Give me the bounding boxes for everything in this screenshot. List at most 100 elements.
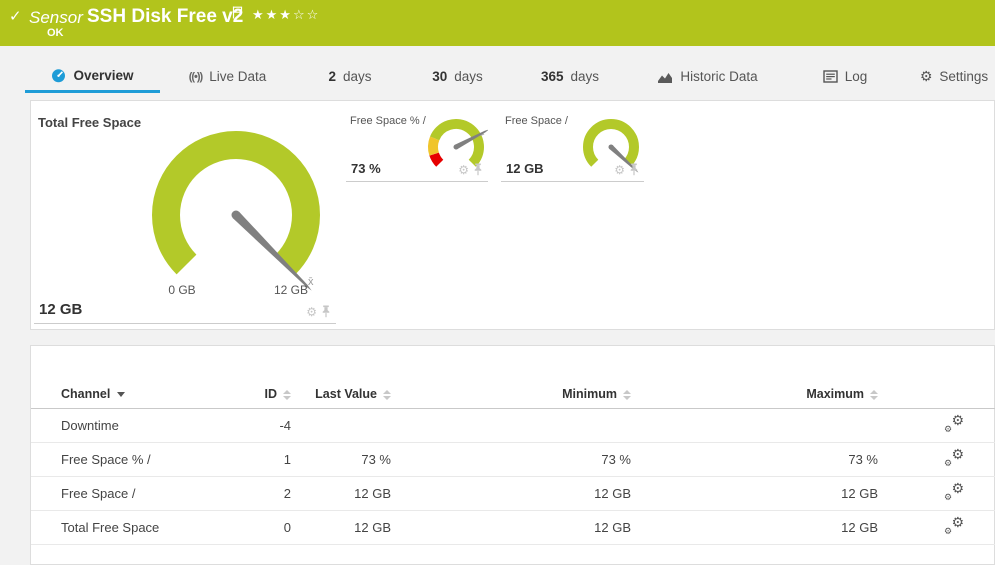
status-ok-check-icon: ✓: [9, 7, 22, 25]
gauge-tools: ⚙: [614, 163, 639, 176]
column-label: Maximum: [806, 387, 864, 401]
channel-name: Free Space /: [31, 477, 261, 511]
tab-label: days: [571, 69, 600, 84]
channel-name: Total Free Space: [31, 511, 261, 545]
gauges-panel: Total Free Space 0 GB 12 GB x̄ 12 GB ⚙ F…: [30, 100, 995, 330]
sensor-status-badge: OK: [47, 27, 64, 39]
gear-icon: ⚙: [920, 68, 933, 85]
channel-settings-gears-icon[interactable]: ⚙⚙: [944, 484, 964, 501]
sort-descending-icon: [117, 392, 125, 397]
tab-label: Historic Data: [680, 69, 757, 84]
gauge-tools: ⚙: [458, 163, 483, 176]
log-list-icon: [823, 70, 838, 83]
tab-settings[interactable]: ⚙ Settings: [915, 60, 993, 93]
column-label: Minimum: [562, 387, 617, 401]
sort-icon: [870, 390, 878, 400]
channel-last-value: 12 GB: [291, 477, 391, 511]
channel-id: 2: [261, 477, 291, 511]
sort-icon: [623, 390, 631, 400]
channel-minimum: 12 GB: [391, 477, 631, 511]
area-chart-icon: [657, 70, 673, 84]
channel-id: 0: [261, 511, 291, 545]
column-header-maximum[interactable]: Maximum: [631, 380, 878, 409]
sort-icon: [383, 390, 391, 400]
tab-365-days[interactable]: 365 days: [535, 60, 605, 93]
priority-flag-icon[interactable]: [232, 6, 243, 24]
average-marker: x̄: [308, 276, 314, 288]
sort-icon: [283, 390, 291, 400]
gauge-settings-gear-icon[interactable]: ⚙: [306, 306, 317, 318]
gauge-current-value: 73 %: [351, 161, 381, 176]
sensor-header: ✓ Sensor SSH Disk Free v2 ★★★☆☆ OK: [0, 0, 995, 46]
gauge-scale-min: 0 GB: [152, 283, 212, 297]
tab-label: Settings: [939, 69, 988, 84]
tab-label: days: [343, 69, 372, 84]
column-header-channel[interactable]: Channel: [31, 380, 261, 409]
tab-label: Log: [845, 69, 868, 84]
gauge-current-value: 12 GB: [506, 161, 544, 176]
channel-name: Free Space % /: [31, 443, 261, 477]
channel-maximum: 73 %: [631, 443, 878, 477]
channel-name: Downtime: [31, 409, 261, 443]
tab-label: Overview: [73, 68, 133, 83]
gauge-free-space-percent[interactable]: Free Space % / 73 % ⚙: [346, 110, 488, 182]
tab-30-days[interactable]: 30 days: [420, 60, 495, 93]
gauge-free-space[interactable]: Free Space / 12 GB ⚙: [501, 110, 644, 182]
object-kind-label: Sensor: [29, 8, 83, 28]
stars-filled: ★★★: [252, 7, 293, 22]
stars-empty: ☆☆: [293, 7, 320, 22]
pin-icon[interactable]: [629, 163, 639, 176]
channel-last-value: 12 GB: [291, 511, 391, 545]
gauge-current-value: 12 GB: [39, 301, 82, 318]
column-header-settings: [878, 380, 995, 409]
channel-settings-gears-icon[interactable]: ⚙⚙: [944, 450, 964, 467]
table-row: Downtime -4 ⚙⚙: [31, 409, 995, 443]
pin-icon[interactable]: [321, 305, 331, 318]
sensor-tab-bar: Overview ((•)) Live Data 2 days 30 days …: [0, 60, 995, 93]
tab-label: days: [454, 69, 483, 84]
gauge-settings-gear-icon[interactable]: ⚙: [458, 164, 469, 176]
column-header-id[interactable]: ID: [261, 380, 291, 409]
channel-last-value: 73 %: [291, 443, 391, 477]
broadcast-icon: ((•)): [189, 71, 203, 83]
gauge-icon: [51, 68, 66, 83]
channel-maximum: 12 GB: [631, 477, 878, 511]
table-header-row: Channel ID Last Value Minimum Maximum: [31, 380, 995, 409]
priority-stars[interactable]: ★★★☆☆: [252, 7, 320, 23]
channel-minimum: [391, 409, 631, 443]
tab-overview[interactable]: Overview: [25, 60, 160, 93]
tab-label: Live Data: [209, 69, 266, 84]
table-row: Total Free Space 0 12 GB 12 GB 12 GB ⚙⚙: [31, 511, 995, 545]
table-row: Free Space % / 1 73 % 73 % 73 % ⚙⚙: [31, 443, 995, 477]
gauge-tools: ⚙: [306, 305, 331, 318]
channel-settings-gears-icon[interactable]: ⚙⚙: [944, 518, 964, 535]
channel-id: -4: [261, 409, 291, 443]
tab-number: 365: [541, 69, 564, 84]
table-row: Free Space / 2 12 GB 12 GB 12 GB ⚙⚙: [31, 477, 995, 511]
pin-icon[interactable]: [473, 163, 483, 176]
column-label: ID: [265, 387, 278, 401]
channel-last-value: [291, 409, 391, 443]
channels-table: Channel ID Last Value Minimum Maximum Do…: [31, 380, 995, 545]
sensor-title: SSH Disk Free v2: [87, 6, 243, 28]
channel-maximum: [631, 409, 878, 443]
channel-settings-gears-icon[interactable]: ⚙⚙: [944, 416, 964, 433]
column-label: Channel: [61, 387, 110, 401]
gauge-dial: [34, 110, 336, 300]
tab-number: 2: [328, 69, 336, 84]
column-label: Last Value: [315, 387, 377, 401]
tab-number: 30: [432, 69, 447, 84]
tab-historic-data[interactable]: Historic Data: [650, 60, 765, 93]
channel-maximum: 12 GB: [631, 511, 878, 545]
tab-2-days[interactable]: 2 days: [310, 60, 390, 93]
gauge-total-free-space[interactable]: Total Free Space 0 GB 12 GB x̄ 12 GB ⚙: [34, 110, 336, 324]
channel-minimum: 73 %: [391, 443, 631, 477]
channels-panel: Channel ID Last Value Minimum Maximum Do…: [30, 345, 995, 565]
channel-id: 1: [261, 443, 291, 477]
column-header-last-value[interactable]: Last Value: [291, 380, 391, 409]
tab-live-data[interactable]: ((•)) Live Data: [175, 60, 280, 93]
channel-minimum: 12 GB: [391, 511, 631, 545]
tab-log[interactable]: Log: [810, 60, 880, 93]
gauge-settings-gear-icon[interactable]: ⚙: [614, 164, 625, 176]
column-header-minimum[interactable]: Minimum: [391, 380, 631, 409]
